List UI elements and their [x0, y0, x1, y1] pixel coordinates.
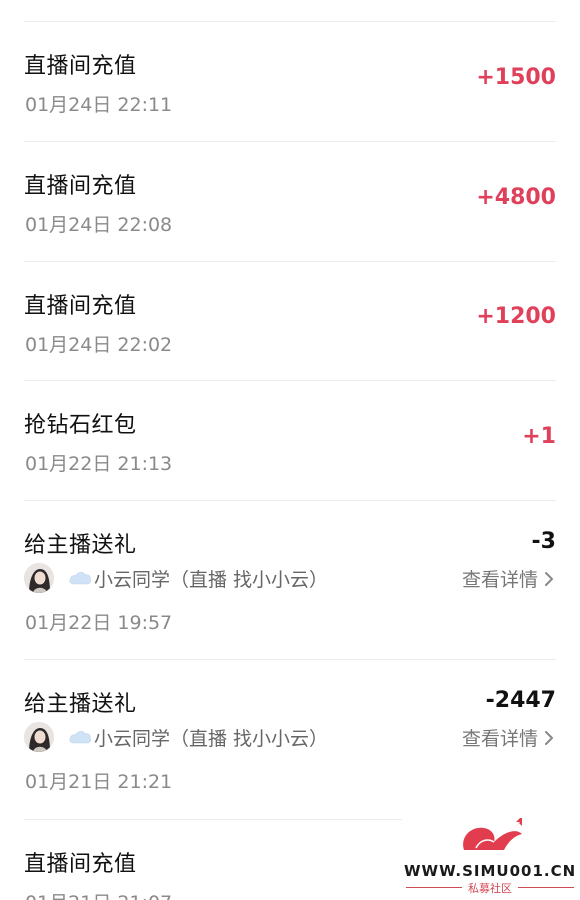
transaction-amount: +1500	[476, 65, 556, 90]
transaction-time: 01月21日 21:07	[25, 888, 172, 900]
view-details-label: 查看详情	[461, 569, 538, 591]
recipient-name: 小云同学（直播 找小小云）	[94, 728, 329, 750]
transaction-time: 01月24日 22:02	[25, 334, 173, 356]
transaction-time: 01月22日 21:13	[25, 453, 173, 475]
list-item[interactable]: 给主播送礼 -2447 小云同学（直播 找小小云） 查看详情 01月21日 21…	[24, 660, 556, 819]
chevron-right-icon	[545, 571, 553, 586]
transaction-title: 直播间充值	[24, 54, 137, 79]
transaction-amount: +4800	[476, 185, 556, 210]
avatar[interactable]	[24, 722, 54, 752]
transaction-history-list: 直播间充值 01月24日 22:11 +1500 直播间充值 01月24日 22…	[0, 0, 580, 900]
transaction-time: 01月24日 22:08	[25, 214, 173, 236]
transaction-title: 抢钻石红包	[24, 413, 137, 438]
transaction-time: 01月21日 21:21	[25, 771, 173, 793]
view-details-link[interactable]: 查看详情	[462, 565, 556, 592]
transaction-amount: -2447	[485, 688, 556, 713]
transaction-title: 给主播送礼	[24, 533, 137, 558]
list-item[interactable]: 抢钻石红包 01月22日 21:13 +1	[24, 381, 556, 500]
transaction-amount: -3	[531, 529, 556, 554]
watermark: WWW.SIMU001.CN 私募社区	[404, 816, 577, 896]
transaction-time: 01月24日 22:11	[25, 94, 173, 116]
list-item[interactable]: 给主播送礼 -3 小云同学（直播 找小小云） 查看详情 01月22日 19:57	[24, 501, 556, 659]
view-details-label: 查看详情	[461, 728, 538, 750]
chevron-right-icon	[545, 730, 553, 745]
list-item[interactable]: 直播间充值 01月24日 22:02 +1200	[24, 262, 556, 380]
watermark-logo-icon	[463, 816, 522, 850]
transaction-time: 01月22日 19:57	[25, 612, 173, 634]
recipient-name: 小云同学（直播 找小小云）	[94, 569, 329, 591]
list-item[interactable]: 直播间充值 01月24日 22:08 +4800	[24, 142, 556, 261]
transaction-amount: +1200	[476, 304, 556, 329]
cloud-icon	[69, 572, 91, 585]
transaction-title: 直播间充值	[24, 852, 137, 877]
watermark-caption: 私募社区	[468, 882, 512, 895]
transaction-title: 直播间充值	[24, 174, 137, 199]
transaction-title: 直播间充值	[24, 294, 137, 319]
recipient-row: 小云同学（直播 找小小云） 查看详情	[24, 722, 556, 752]
transaction-amount: +1	[522, 424, 556, 449]
watermark-domain: WWW.SIMU001.CN	[404, 862, 577, 880]
avatar[interactable]	[24, 563, 54, 593]
list-item[interactable]: 直播间充值 01月24日 22:11 +1500	[24, 22, 556, 141]
transaction-title: 给主播送礼	[24, 692, 137, 717]
watermark-rule	[518, 887, 574, 888]
view-details-link[interactable]: 查看详情	[462, 724, 556, 751]
recipient-row: 小云同学（直播 找小小云） 查看详情	[24, 563, 556, 593]
cloud-icon	[69, 731, 91, 744]
